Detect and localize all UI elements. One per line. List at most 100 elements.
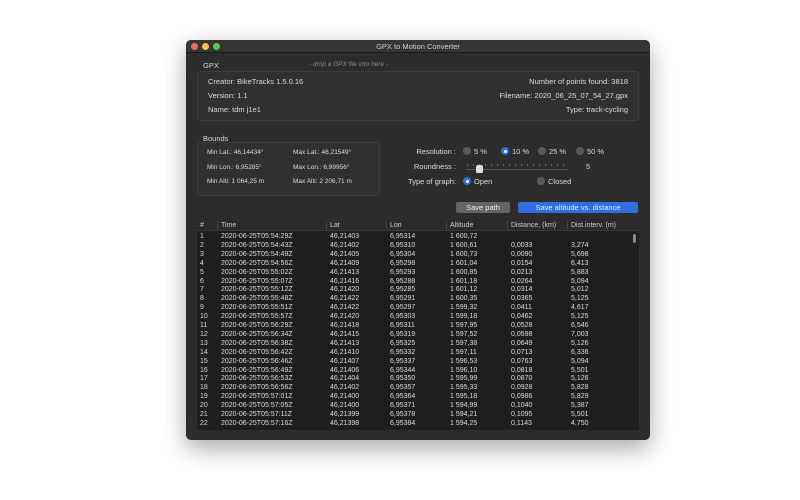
table-row[interactable]: 3 2020-06-25T05:54:49Z 46,21405 6,95304 1 60… xyxy=(197,251,639,260)
gpx-info-box[interactable]: Creator: BikeTracks 1.5.0.16 Version: 1.… xyxy=(197,71,639,121)
table-row[interactable]: 9 2020-06-25T05:55:51Z 46,21422 6,95297 1 59… xyxy=(197,304,639,313)
save-altitude-button[interactable]: Save altitude vs. distance xyxy=(518,202,638,213)
column-divider[interactable] xyxy=(567,221,568,229)
table-cell: 22 xyxy=(200,419,208,427)
column-header[interactable]: Altitude xyxy=(450,222,473,229)
table-row[interactable]: 7 2020-06-25T05:55:12Z 46,21420 6,95285 1 60… xyxy=(197,286,639,295)
table-row[interactable]: 13 2020-06-25T05:56:38Z 46,21413 6,95325 1 5… xyxy=(197,340,639,349)
column-divider[interactable] xyxy=(217,221,218,229)
table-row[interactable]: 22 2020-06-25T05:57:16Z 46,21398 6,95384 1 5… xyxy=(197,420,639,429)
column-header[interactable]: # xyxy=(200,222,204,229)
graph-open-radio[interactable] xyxy=(463,177,471,185)
table-cell: 46,21403 xyxy=(330,233,360,240)
resolution-radio[interactable] xyxy=(538,147,546,155)
points-table[interactable]: # Time Lat Lon Altitude Distance, (km) Dist.in… xyxy=(197,219,639,430)
resolution-option-label[interactable]: 10 % xyxy=(512,147,529,156)
creator-text: Creator: BikeTracks 1.5.0.16 xyxy=(208,77,304,86)
table-row[interactable]: 2 2020-06-25T05:54:43Z 46,21402 6,95310 1 60… xyxy=(197,242,639,251)
table-row[interactable]: 14 2020-06-25T05:56:42Z 46,21410 6,95332 1 5… xyxy=(197,349,639,358)
column-header[interactable]: Dist.interv. (m) xyxy=(571,222,616,229)
graph-open-label[interactable]: Open xyxy=(474,177,492,186)
resolution-option-label[interactable]: 50 % xyxy=(587,147,604,156)
table-cell: 46,21407 xyxy=(330,357,360,365)
version-text: Version: 1.1 xyxy=(208,91,248,100)
table-row[interactable]: 6 2020-06-25T05:55:07Z 46,21416 6,95288 1 60… xyxy=(197,278,639,287)
table-cell: 6,95298 xyxy=(390,259,416,267)
table-cell: 2020-06-25T05:57:16Z xyxy=(221,419,293,427)
table-cell: 46,21398 xyxy=(330,419,360,427)
table-cell: 46,21404 xyxy=(330,375,360,383)
table-cell: 12 xyxy=(200,330,208,338)
table-cell: 6,95314 xyxy=(390,233,416,240)
table-row[interactable]: 5 2020-06-25T05:55:02Z 46,21413 6,95293 1 60… xyxy=(197,269,639,278)
table-scrollbar[interactable] xyxy=(633,234,636,243)
table-row[interactable]: 8 2020-06-25T05:55:48Z 46,21422 6,95291 1 60… xyxy=(197,295,639,304)
table-row[interactable]: 4 2020-06-25T05:54:56Z 46,21409 6,95298 1 60… xyxy=(197,260,639,269)
table-row[interactable]: 15 2020-06-25T05:56:46Z 46,21407 6,95337 1 5… xyxy=(197,358,639,367)
drop-zone-hint[interactable]: - drop a GPX file into here - xyxy=(309,61,388,68)
table-cell: 2020-06-25T05:54:56Z xyxy=(221,259,293,267)
graph-type-label: Type of graph: xyxy=(408,177,456,186)
resolution-radio[interactable] xyxy=(501,147,509,155)
table-cell: 1 xyxy=(200,233,204,240)
table-cell: 1 600,61 xyxy=(450,241,478,249)
table-cell: 6,95303 xyxy=(390,313,416,321)
table-row[interactable]: 21 2020-06-25T05:57:11Z 46,21399 6,95378 1 5… xyxy=(197,411,639,420)
table-row[interactable]: 1 2020-06-25T05:54:29Z 46,21403 6,95314 1 60… xyxy=(197,233,639,242)
table-row[interactable]: 20 2020-06-25T05:57:05Z 46,21400 6,95371 1 5… xyxy=(197,402,639,411)
table-cell: 46,21418 xyxy=(330,322,360,329)
table-cell: 6,95293 xyxy=(390,268,416,276)
table-row[interactable]: 16 2020-06-25T05:56:49Z 46,21406 6,95344 1 5… xyxy=(197,367,639,376)
table-header: # Time Lat Lon Altitude Distance, (km) Dist.in… xyxy=(197,219,639,231)
table-cell: 0,0314 xyxy=(511,286,533,294)
table-cell: 2020-06-25T05:57:11Z xyxy=(221,411,293,418)
table-cell: 2 xyxy=(200,241,204,249)
table-row[interactable]: 10 2020-06-25T05:55:57Z 46,21420 6,95303 1 5… xyxy=(197,313,639,322)
table-cell: 1 595,99 xyxy=(450,375,478,383)
name-text: Name: tdm j1e1 xyxy=(208,105,261,114)
table-cell: 1 599,18 xyxy=(450,313,478,321)
resolution-option-label[interactable]: 5 % xyxy=(474,147,487,156)
table-cell: 6,95357 xyxy=(390,384,416,392)
column-header[interactable]: Distance, (km) xyxy=(511,222,556,229)
column-divider[interactable] xyxy=(507,221,508,229)
resolution-radio[interactable] xyxy=(463,147,471,155)
title-bar[interactable]: GPX to Motion Converter xyxy=(186,40,650,53)
column-divider[interactable] xyxy=(446,221,447,229)
table-cell: 1 599,32 xyxy=(450,304,478,312)
slider-knob[interactable] xyxy=(475,165,483,173)
column-header[interactable]: Lat xyxy=(330,222,340,229)
table-row[interactable]: 11 2020-06-25T05:56:29Z 46,21418 6,95311 1 5… xyxy=(197,322,639,331)
table-cell: 0,0818 xyxy=(511,366,533,374)
column-divider[interactable] xyxy=(326,221,327,229)
table-row[interactable]: 18 2020-06-25T05:56:56Z 46,21402 6,95357 1 5… xyxy=(197,384,639,393)
table-cell: 20 xyxy=(200,402,208,410)
min-lat: Min Lat.: 46,14434° xyxy=(207,149,264,156)
table-cell: 5,125 xyxy=(571,313,589,321)
table-cell: 1 601,12 xyxy=(450,286,478,294)
column-divider[interactable] xyxy=(386,221,387,229)
table-row[interactable]: 19 2020-06-25T05:57:01Z 46,21400 6,95364 1 5… xyxy=(197,393,639,402)
graph-closed-label[interactable]: Closed xyxy=(548,177,571,186)
table-cell: 0,1095 xyxy=(511,411,533,418)
table-cell: 0,0411 xyxy=(511,304,532,312)
roundness-slider[interactable] xyxy=(466,164,568,173)
table-cell: 2020-06-25T05:56:42Z xyxy=(221,348,293,356)
resolution-option-label[interactable]: 25 % xyxy=(549,147,566,156)
table-row[interactable]: 17 2020-06-25T05:56:53Z 46,21404 6,95350 1 5… xyxy=(197,375,639,384)
table-row[interactable]: 12 2020-06-25T05:56:34Z 46,21415 6,95319 1 5… xyxy=(197,331,639,340)
column-header[interactable]: Time xyxy=(221,222,236,229)
table-cell: 1 597,11 xyxy=(450,348,477,356)
table-cell: 46,21402 xyxy=(330,384,360,392)
table-cell: 46,21400 xyxy=(330,393,360,401)
table-cell: 6,336 xyxy=(571,348,589,356)
max-alti: Max Alti: 2 206,71 m xyxy=(293,178,352,185)
table-cell: 10 xyxy=(200,313,208,321)
table-cell: 6,95297 xyxy=(390,304,416,312)
column-header[interactable]: Lon xyxy=(390,222,402,229)
save-path-button[interactable]: Save path xyxy=(456,202,510,213)
table-cell: 5,883 xyxy=(571,268,589,276)
table-cell: 0,0870 xyxy=(511,375,533,383)
resolution-radio[interactable] xyxy=(576,147,584,155)
graph-closed-radio[interactable] xyxy=(537,177,545,185)
